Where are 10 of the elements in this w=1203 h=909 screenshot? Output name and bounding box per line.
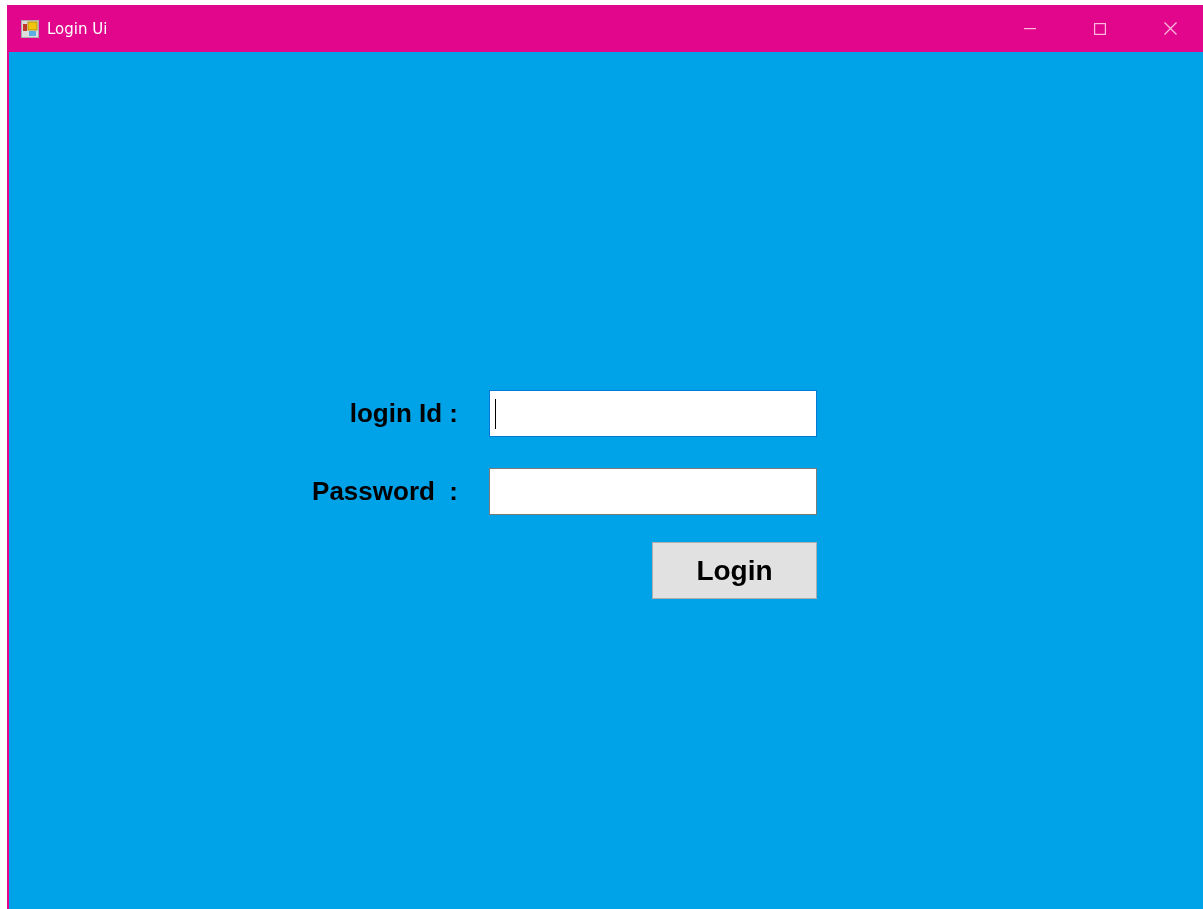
field-label: Password : <box>311 476 458 507</box>
maximize-icon[interactable] <box>1094 22 1106 35</box>
login-button[interactable]: Login <box>652 542 817 599</box>
input-field[interactable] <box>489 468 817 515</box>
app-icon <box>21 19 39 38</box>
minimize-icon[interactable] <box>1024 27 1036 30</box>
close-icon[interactable] <box>1164 22 1177 35</box>
input-field[interactable] <box>489 390 817 437</box>
window-title: Login Ui <box>47 19 108 38</box>
field-label: login Id : <box>348 398 458 429</box>
